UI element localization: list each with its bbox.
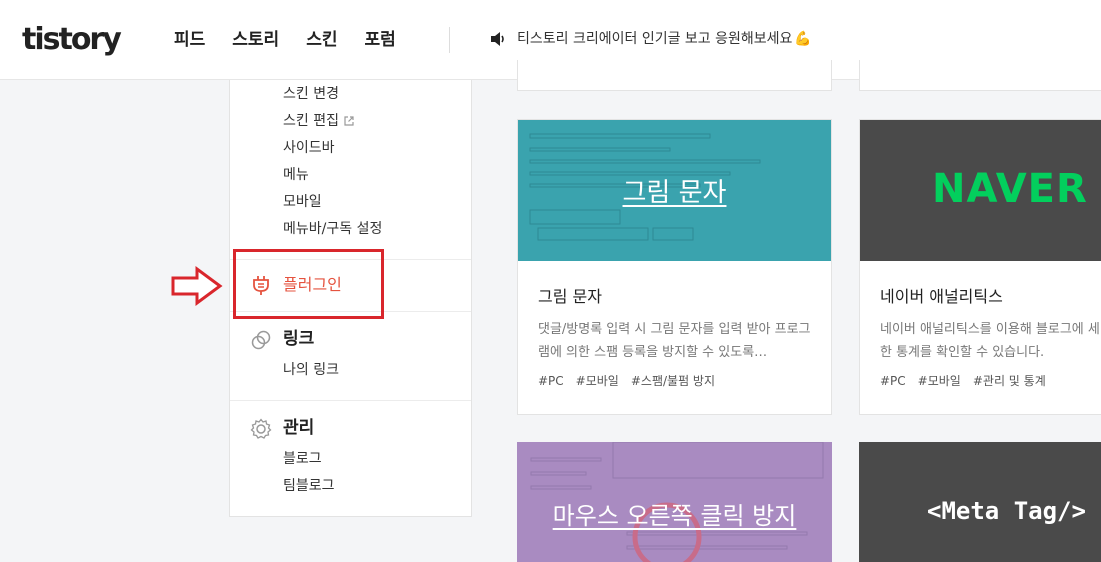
sidebar-divider [230, 400, 471, 401]
card-description: 네이버 애널리틱스를 이용해 블로그에 세한 통계를 확인할 수 있습니다. [880, 322, 1100, 360]
card-tag: #모바일 [917, 374, 961, 388]
card-thumbnail: 마우스 오른쪽 클릭 방지 [517, 442, 832, 562]
gear-icon [250, 418, 272, 439]
plugin-card-captcha[interactable]: 그림 문자 그림 문자 댓글/방명록 입력 시 그림 문자를 입력 받아 프로그… [517, 119, 832, 415]
card-description: 댓글/방명록 입력 시 그림 문자를 입력 받아 프로그램에 의한 스팸 등록을… [538, 322, 811, 360]
sidebar-item-my-link[interactable]: 나의 링크 [283, 360, 339, 380]
card-tags: #PC #모바일 #스팸/불펌 방지 [538, 372, 715, 390]
sidebar-section-link: 링크 [283, 329, 315, 349]
tistory-logo[interactable]: tistory [22, 20, 122, 60]
sidebar-section-manage: 관리 [283, 418, 315, 438]
notice-banner[interactable]: 티스토리 크리에이터 인기글 보고 응원해보세요 💪 [489, 29, 812, 49]
card-tag: #모바일 [575, 374, 619, 388]
sidebar-item-label: 스킨 편집 [283, 113, 339, 129]
card-thumbnail: <Meta Tag/> [859, 442, 1101, 562]
nav-skin[interactable]: 스킨 [306, 28, 337, 52]
sidebar-item-menu[interactable]: 메뉴 [283, 165, 309, 185]
link-icon [251, 330, 271, 350]
flex-emoji: 💪 [794, 31, 812, 47]
card-tag: #PC [538, 374, 564, 388]
nav-story[interactable]: 스토리 [232, 28, 279, 52]
sidebar-item-sidebar[interactable]: 사이드바 [283, 138, 335, 158]
thumbnail-caption: 그림 문자 [622, 178, 727, 208]
sidebar-item-mobile[interactable]: 모바일 [283, 192, 322, 212]
card-thumbnail: 그림 문자 [518, 120, 831, 261]
plugin-card-partial[interactable] [517, 60, 832, 91]
highlight-box [233, 249, 384, 319]
plugin-card-right-click-block[interactable]: 마우스 오른쪽 클릭 방지 [517, 442, 832, 562]
sidebar-item-menubar[interactable]: 메뉴바/구독 설정 [283, 219, 382, 239]
card-tag: #관리 및 통계 [972, 374, 1046, 388]
card-tags: #PC #모바일 #관리 및 통계 [880, 372, 1046, 390]
speaker-icon [491, 32, 504, 46]
sidebar-item-team-blog[interactable]: 팀블로그 [283, 476, 335, 496]
main-nav: 피드 스토리 스킨 포럼 [174, 28, 396, 52]
sidebar-item-skin-edit[interactable]: 스킨 편집 [283, 111, 355, 131]
card-thumbnail: NAVER [860, 120, 1101, 261]
card-tag: #스팸/불펌 방지 [630, 374, 716, 388]
plugin-card-meta-tag[interactable]: <Meta Tag/> [859, 442, 1101, 562]
naver-logo: NAVER [932, 166, 1088, 212]
card-title: 네이버 애널리틱스 [880, 287, 1003, 306]
card-tag: #PC [880, 374, 906, 388]
card-title: 그림 문자 [538, 287, 602, 306]
nav-forum[interactable]: 포럼 [364, 28, 395, 52]
plugin-card-naver-analytics[interactable]: NAVER 네이버 애널리틱스 네이버 애널리틱스를 이용해 블로그에 세한 통… [859, 119, 1101, 415]
sidebar-item-skin-change[interactable]: 스킨 변경 [283, 84, 339, 104]
right-arrow-icon [171, 266, 223, 306]
notice-text: 티스토리 크리에이터 인기글 보고 응원해보세요 [517, 31, 793, 47]
thumbnail-caption: 마우스 오른쪽 클릭 방지 [552, 502, 797, 530]
external-link-icon [344, 116, 354, 126]
nav-feed[interactable]: 피드 [174, 28, 205, 52]
sidebar-item-blog[interactable]: 블로그 [283, 449, 322, 469]
meta-tag-caption: <Meta Tag/> [927, 497, 1086, 525]
header-divider [449, 27, 450, 53]
plugin-card-partial[interactable] [859, 60, 1101, 91]
